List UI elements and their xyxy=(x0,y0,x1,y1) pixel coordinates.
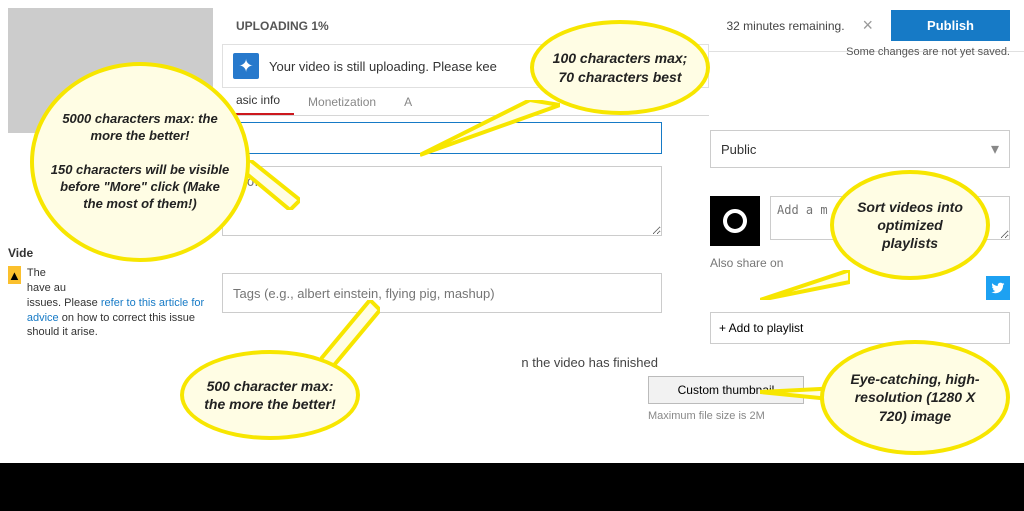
callout-title: 100 characters max; 70 characters best xyxy=(530,20,710,115)
callout-tags: 500 character max: the more the better! xyxy=(180,350,360,440)
tab-monetization[interactable]: Monetization xyxy=(294,89,390,115)
callout-description: 5000 characters max: the more the better… xyxy=(30,62,250,262)
notice-text: Your video is still uploading. Please ke… xyxy=(269,59,497,74)
avatar xyxy=(710,196,760,246)
audio-warning: Vide ▲ The have au issues. Please refer … xyxy=(8,246,208,340)
publish-button[interactable]: Publish xyxy=(891,10,1010,41)
info-icon: ✦ xyxy=(233,53,259,79)
privacy-value: Public xyxy=(721,142,756,157)
twitter-icon[interactable] xyxy=(986,276,1010,300)
bottom-bar xyxy=(0,463,1024,511)
add-to-playlist-button[interactable]: + Add to playlist xyxy=(710,312,1010,344)
privacy-dropdown[interactable]: Public ▾ xyxy=(710,130,1010,168)
time-remaining: 32 minutes remaining. xyxy=(726,19,844,33)
warning-icon: ▲ xyxy=(8,266,21,284)
tags-input[interactable] xyxy=(222,273,662,313)
callout-thumbnail: Eye-catching, high-resolution (1280 X 72… xyxy=(820,340,1010,455)
chevron-down-icon: ▾ xyxy=(991,139,999,159)
close-icon[interactable]: × xyxy=(857,15,880,36)
save-status: Some changes are not yet saved. xyxy=(846,46,1010,58)
callout-playlist: Sort videos into optimized playlists xyxy=(830,170,990,280)
warning-text: The have au issues. Please refer to this… xyxy=(27,266,208,340)
thumbnail-size-note: Maximum file size is 2M xyxy=(648,410,804,422)
